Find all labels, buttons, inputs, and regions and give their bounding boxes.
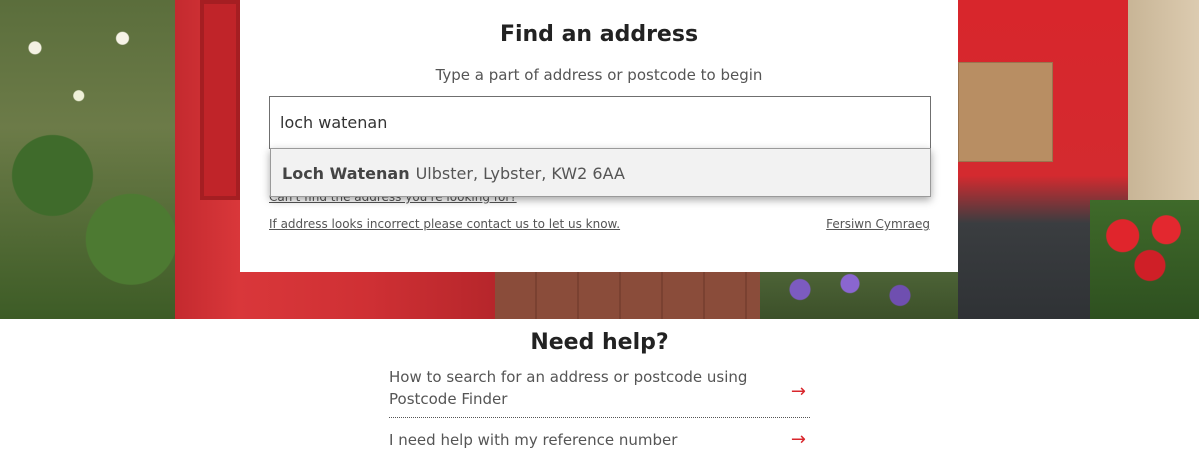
arrow-right-icon: → xyxy=(790,380,806,402)
help-link-label: How to search for an address or postcode… xyxy=(389,368,748,408)
find-address-card: Find an address Type a part of address o… xyxy=(240,0,958,272)
hero-door-panel xyxy=(200,0,240,200)
hero-red-flowers xyxy=(1090,200,1199,319)
suggestion-place-name: Loch Watenan xyxy=(282,164,410,183)
help-title: Need help? xyxy=(530,330,669,355)
help-link-label: I need help with my reference number xyxy=(389,431,678,449)
suggestion-address-detail: Ulbster, Lybster, KW2 6AA xyxy=(415,164,625,183)
page-title: Find an address xyxy=(499,22,699,47)
arrow-right-icon: → xyxy=(790,429,806,450)
address-search-input[interactable] xyxy=(269,96,931,149)
autocomplete-dropdown: Loch Watenan Ulbster, Lybster, KW2 6AA xyxy=(270,148,931,197)
hero-wall-right xyxy=(1128,0,1199,200)
welsh-version-link[interactable]: Fersiwn Cymraeg xyxy=(826,217,930,231)
autocomplete-suggestion[interactable]: Loch Watenan Ulbster, Lybster, KW2 6AA xyxy=(282,164,625,183)
search-instructions: Type a part of address or postcode to be… xyxy=(435,66,763,84)
help-link-reference-number[interactable]: I need help with my reference number → xyxy=(389,429,810,451)
hero-parcel xyxy=(958,62,1053,162)
help-link-postcode-finder[interactable]: How to search for an address or postcode… xyxy=(389,366,810,418)
contact-us-link[interactable]: If address looks incorrect please contac… xyxy=(269,217,620,231)
hero-foliage-left xyxy=(0,0,175,319)
